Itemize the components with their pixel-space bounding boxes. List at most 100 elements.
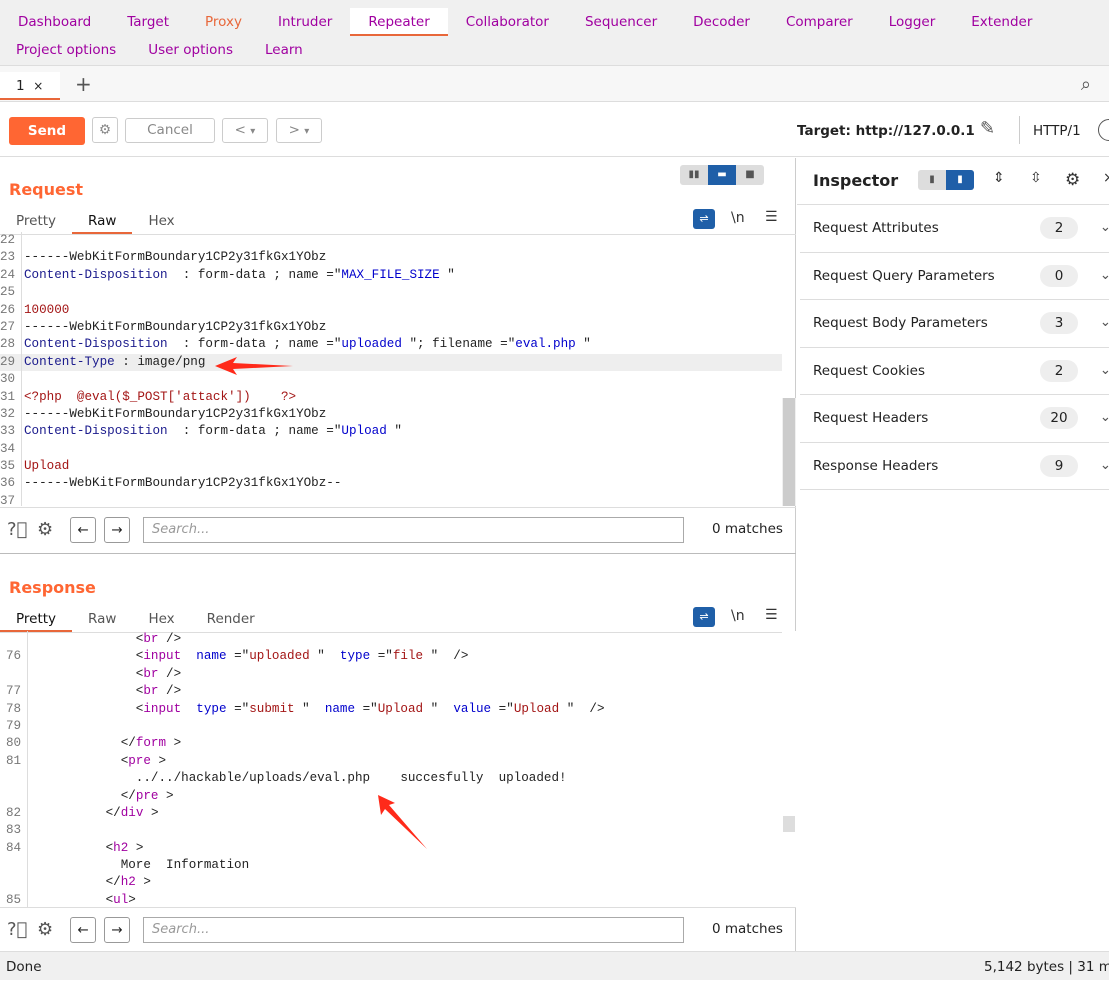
help-icon[interactable]: ?⃝ xyxy=(7,919,27,940)
add-tab-button[interactable]: + xyxy=(75,72,92,96)
code-token: type xyxy=(339,649,371,664)
inspector-section[interactable]: Request Headers 20 ⌄ xyxy=(800,395,1109,443)
code-token: < xyxy=(30,892,114,907)
newline-toggle[interactable]: \n xyxy=(731,210,745,226)
previous-match-button[interactable]: ← xyxy=(70,517,96,543)
main-tab-sequencer[interactable]: Sequencer xyxy=(567,8,675,36)
settings-icon[interactable]: ⚙ xyxy=(37,919,53,940)
main-tab-logger[interactable]: Logger xyxy=(871,8,954,36)
code-token: uploaded xyxy=(249,649,310,664)
main-tab-user-options[interactable]: User options xyxy=(132,36,249,64)
main-tab-repeater[interactable]: Repeater xyxy=(350,8,448,36)
chevron-down-icon[interactable]: ⌄ xyxy=(1100,409,1109,425)
inspector-panel: Inspector ▮ ▮ ⇕ ⇳ ⚙ × Request Attributes 2… xyxy=(797,158,1109,951)
newline-toggle[interactable]: \n xyxy=(731,608,745,624)
tab-hex[interactable]: Hex xyxy=(132,209,190,234)
word-wrap-icon[interactable]: ⇌ xyxy=(693,607,715,627)
line-content: <h2 > xyxy=(30,840,144,857)
section-label: Response Headers xyxy=(813,457,939,474)
forward-button[interactable]: > ▾ xyxy=(276,118,322,143)
inspector-section[interactable]: Response Headers 9 ⌄ xyxy=(800,443,1109,490)
scroll-thumb[interactable] xyxy=(783,816,795,832)
edit-target-icon[interactable]: ✎ xyxy=(980,118,995,139)
inspector-section[interactable]: Request Attributes 2 ⌄ xyxy=(800,205,1109,253)
close-icon[interactable]: × xyxy=(1103,170,1109,186)
help-icon[interactable]: ?⃝ xyxy=(7,519,27,540)
chevron-down-icon[interactable]: ⌄ xyxy=(1100,457,1109,473)
http-version[interactable]: HTTP/1 xyxy=(1033,123,1081,139)
tab-hex[interactable]: Hex xyxy=(132,607,190,632)
expand-all-icon[interactable]: ⇕ xyxy=(993,170,1005,186)
response-scrollbar[interactable] xyxy=(782,631,796,907)
pane-divider[interactable] xyxy=(0,553,796,554)
menu-icon[interactable]: ☰ xyxy=(765,607,778,623)
line-content: ------WebKitFormBoundary1CP2y31fkGx1YObz xyxy=(24,319,326,336)
previous-match-button[interactable]: ← xyxy=(70,917,96,943)
code-token: </ xyxy=(30,805,121,820)
chevron-down-icon[interactable]: ⌄ xyxy=(1100,267,1109,283)
layout-side-icon[interactable]: ▮▮ xyxy=(680,165,708,185)
main-tab-project-options[interactable]: Project options xyxy=(0,36,132,64)
tab-raw[interactable]: Raw xyxy=(72,209,133,234)
send-button[interactable]: Send xyxy=(9,117,85,145)
main-tab-learn[interactable]: Learn xyxy=(249,36,319,64)
inspector-section[interactable]: Request Cookies 2 ⌄ xyxy=(800,348,1109,395)
word-wrap-icon[interactable]: ⇌ xyxy=(693,209,715,229)
cancel-button[interactable]: Cancel xyxy=(125,118,215,143)
line-number: 23 xyxy=(0,249,22,267)
tab-pretty[interactable]: Pretty xyxy=(0,209,72,234)
code-line: 26 100000 xyxy=(0,301,782,319)
layout-icon[interactable]: ▮ xyxy=(946,170,974,190)
layout-stacked-icon[interactable]: ▬ xyxy=(708,165,736,185)
main-tab-target[interactable]: Target xyxy=(109,8,187,36)
code-token: Content-Disposition xyxy=(24,337,168,352)
inspector-layout-toggle[interactable]: ▮ ▮ xyxy=(918,170,974,190)
next-match-button[interactable]: → xyxy=(104,517,130,543)
main-tab-extender[interactable]: Extender xyxy=(953,8,1050,36)
tab-pretty[interactable]: Pretty xyxy=(0,607,73,632)
layout-icon[interactable]: ▮ xyxy=(918,170,946,190)
inspector-section[interactable]: Request Body Parameters 3 ⌄ xyxy=(800,300,1109,348)
tab-raw[interactable]: Raw xyxy=(72,607,132,632)
code-token: Content-Type xyxy=(24,354,115,369)
settings-icon[interactable]: ⚙ xyxy=(92,117,118,143)
response-editor[interactable]: <br /> 76 <input name ="uploaded " type =… xyxy=(0,631,782,907)
collapse-all-icon[interactable]: ⇳ xyxy=(1030,170,1042,186)
settings-icon[interactable]: ⚙ xyxy=(37,519,53,540)
main-tab-collaborator[interactable]: Collaborator xyxy=(448,8,567,36)
code-line: 80 </form > xyxy=(0,735,782,753)
line-number: 80 xyxy=(0,735,28,753)
next-match-button[interactable]: → xyxy=(104,917,130,943)
tab-render[interactable]: Render xyxy=(191,607,271,632)
code-token: Upload xyxy=(513,701,560,716)
line-number: 29 xyxy=(0,353,22,372)
main-tab-comparer[interactable]: Comparer xyxy=(768,8,871,36)
main-tab-decoder[interactable]: Decoder xyxy=(675,8,768,36)
search-icon[interactable]: ⌕ xyxy=(1081,74,1091,95)
settings-icon[interactable]: ⚙ xyxy=(1065,170,1080,190)
chevron-down-icon[interactable]: ⌄ xyxy=(1100,362,1109,378)
menu-icon[interactable]: ☰ xyxy=(765,209,778,225)
scroll-thumb[interactable] xyxy=(783,398,795,506)
code-token: file xyxy=(392,649,424,664)
code-line: ../../hackable/uploads/eval.php succesfu… xyxy=(0,770,782,788)
layout-toggle[interactable]: ▮▮ ▬ ■ xyxy=(680,165,764,185)
request-search-input[interactable]: Search... xyxy=(143,517,684,543)
code-token: submit xyxy=(249,701,295,716)
request-scrollbar[interactable] xyxy=(782,398,796,506)
back-button[interactable]: < ▾ xyxy=(222,118,268,143)
chevron-down-icon[interactable]: ⌄ xyxy=(1100,314,1109,330)
close-tab-icon[interactable]: × xyxy=(33,79,43,93)
code-token: h2 xyxy=(113,840,129,855)
help-icon[interactable] xyxy=(1098,119,1109,141)
main-tab-proxy[interactable]: Proxy xyxy=(187,8,260,36)
chevron-down-icon[interactable]: ⌄ xyxy=(1100,219,1109,235)
main-tab-intruder[interactable]: Intruder xyxy=(260,8,350,36)
request-editor[interactable]: 22 23 ------WebKitFormBoundary1CP2y31fkGx1… xyxy=(0,232,782,506)
inspector-section[interactable]: Request Query Parameters 0 ⌄ xyxy=(800,253,1109,300)
layout-tabs-icon[interactable]: ■ xyxy=(736,165,764,185)
response-search-input[interactable]: Search... xyxy=(143,917,684,943)
repeater-tab-1[interactable]: 1 × xyxy=(0,72,60,100)
section-count: 9 xyxy=(1040,454,1078,477)
main-tab-dashboard[interactable]: Dashboard xyxy=(0,8,109,36)
